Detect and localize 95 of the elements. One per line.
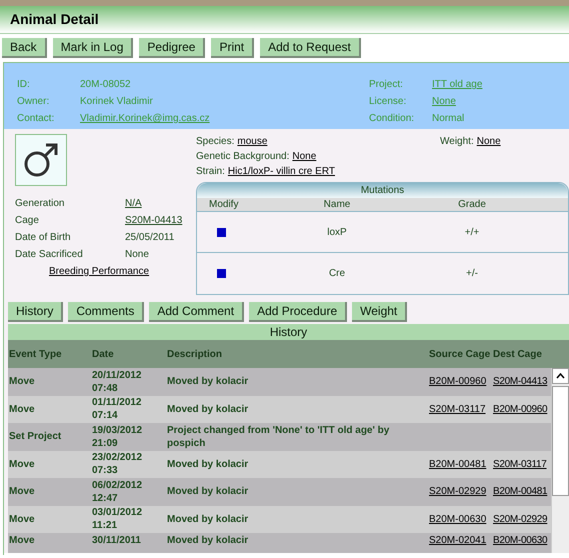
link[interactable]: None	[476, 134, 501, 148]
link[interactable]: S20M-04413	[125, 213, 182, 227]
link[interactable]: mouse	[237, 134, 268, 148]
column-header: Event Type	[8, 348, 63, 360]
cage-link[interactable]: B20M-00630	[493, 535, 548, 546]
scroll-thumb[interactable]	[552, 386, 569, 496]
table-title: Mutations	[197, 183, 568, 198]
link[interactable]: Hic1/loxP- villin cre ERT	[228, 164, 335, 178]
field-label: Strain:	[196, 165, 225, 178]
table-cell-text: Move	[8, 402, 36, 416]
table-cell-text: 30/11/2011	[92, 534, 142, 547]
column-header: Name	[322, 198, 352, 211]
table-cell-text: loxP	[326, 226, 348, 240]
column-header: Dest Cage	[493, 348, 543, 360]
table-cell-text: 23/02/2012	[92, 451, 144, 464]
field-label: Condition:	[369, 112, 416, 125]
cage-link[interactable]: S20M-03117	[429, 404, 486, 415]
cage-link[interactable]: S20M-03117	[493, 458, 547, 470]
tab-button[interactable]: Add Procedure	[249, 302, 348, 322]
cage-link[interactable]: S20M-02929	[493, 514, 548, 525]
cage-link[interactable]: B20M-00960	[493, 404, 548, 415]
cage-link[interactable]: S20M-02041	[429, 535, 486, 546]
table-cell-text: Move	[8, 512, 36, 526]
tab-button[interactable]: Comments	[68, 302, 144, 322]
toolbar-button[interactable]: Pedigree	[139, 38, 206, 58]
field-label: Owner:	[17, 95, 50, 108]
table-cell-text: 19/03/2012	[92, 424, 144, 437]
toolbar-button[interactable]: Add to Request	[260, 38, 361, 58]
table-cell-text: Moved by kolacir	[167, 402, 250, 416]
column-header: Description	[167, 348, 224, 360]
cage-link[interactable]: B20M-00630	[429, 514, 486, 525]
column-header: Source Cage	[429, 348, 492, 360]
table-cell-text: Moved by kolacir	[167, 485, 250, 498]
table-cell-text: Move	[8, 458, 36, 471]
male-symbol-icon	[23, 142, 59, 178]
field-value: Korinek Vladimir	[80, 95, 153, 108]
field-label: ID:	[17, 78, 31, 91]
field-label: Generation	[15, 197, 66, 210]
table-cell-text: 01/11/2012	[92, 396, 142, 410]
toolbar-button[interactable]: Print	[211, 38, 254, 58]
table-cell-text: 11:21	[92, 519, 118, 532]
field-label: License:	[369, 95, 408, 108]
field-label: Date of Birth	[15, 231, 72, 244]
table-cell-text: Moved by kolacir	[167, 375, 250, 388]
field-label: Genetic Background:	[196, 150, 290, 163]
table-cell-text: Move	[8, 375, 36, 388]
field-label: Date Sacrificed	[15, 248, 84, 261]
column-header: Date	[92, 348, 115, 360]
field-value: None	[125, 248, 149, 261]
field-label: Contact:	[17, 112, 56, 125]
field-label: Weight:	[440, 135, 474, 148]
link[interactable]: None	[292, 149, 316, 163]
table-cell-text: 07:14	[92, 409, 119, 422]
cage-link[interactable]: S20M-02929	[429, 486, 486, 498]
cage-link[interactable]: B20M-00481	[429, 458, 486, 470]
modify-icon[interactable]	[217, 228, 226, 236]
column-header: Grade	[457, 198, 487, 211]
table-cell-text: 07:48	[92, 382, 119, 395]
link[interactable]: N/A	[125, 196, 142, 210]
table-cell-text: 06/02/2012	[92, 478, 144, 492]
page-title: Animal Detail	[10, 10, 99, 29]
field-value: Normal	[432, 112, 464, 125]
table-cell-text: Moved by kolacir	[167, 534, 250, 547]
table-cell-text: Move	[8, 485, 36, 498]
cage-link[interactable]: B20M-00960	[429, 376, 486, 388]
table-cell-text: 03/01/2012	[92, 506, 144, 520]
table-cell-text: Move	[8, 534, 36, 547]
table-cell-text: +/-	[465, 267, 479, 281]
scrollbar[interactable]	[551, 368, 569, 553]
tab-button[interactable]: Add Comment	[149, 302, 244, 322]
table-cell-text: 20/11/2012	[92, 368, 142, 382]
table-cell-text: Set Project	[8, 430, 62, 444]
field-value: 20M-08052	[80, 78, 131, 91]
field-label: Cage	[15, 214, 40, 227]
toolbar-button[interactable]: Mark in Log	[52, 38, 134, 58]
field-value: 25/05/2011	[125, 231, 174, 244]
table-cell-text: Project changed from 'None' to 'ITT old age' by pospich	[167, 424, 390, 450]
toolbar-button[interactable]: Back	[2, 38, 47, 58]
field-label: Species:	[196, 135, 234, 148]
scroll-up-icon[interactable]	[552, 368, 569, 384]
tab-button[interactable]: Weight	[352, 302, 408, 322]
table-cell-text: Moved by kolacir	[167, 458, 250, 471]
table-cell-text: 21:09	[92, 436, 119, 450]
table-cell-text: +/+	[464, 226, 480, 240]
tab-button[interactable]: History	[8, 302, 64, 322]
field-label: Project:	[369, 78, 404, 91]
table-cell-text: 07:33	[92, 464, 119, 478]
cage-link[interactable]: S20M-04413	[493, 376, 548, 388]
column-header: Modify	[208, 198, 240, 211]
table-cell-text: Cre	[328, 267, 346, 281]
history-title: History	[8, 324, 569, 340]
table-cell-text: 12:47	[92, 492, 119, 505]
table-cell-text: Moved by kolacir	[167, 512, 250, 526]
cage-link[interactable]: B20M-00481	[493, 486, 548, 498]
breeding-performance-link[interactable]: Breeding Performance	[49, 264, 196, 279]
